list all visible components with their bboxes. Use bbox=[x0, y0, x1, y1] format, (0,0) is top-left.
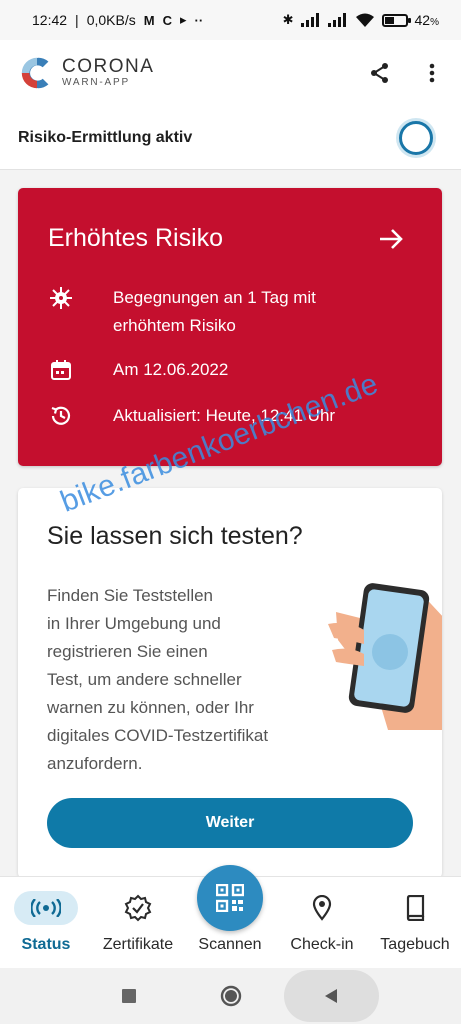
nav-scannen-label: Scannen bbox=[198, 936, 262, 953]
nav-check-in-label: Check-in bbox=[290, 936, 354, 953]
logo-title: CORONA bbox=[62, 56, 155, 77]
arrow-right-icon bbox=[380, 229, 403, 249]
logo-mark-icon bbox=[21, 57, 49, 89]
more-vert-icon bbox=[429, 63, 435, 83]
nav-tagebuch[interactable]: Tagebuch bbox=[369, 877, 461, 969]
encounters-line-2: erhöhtem Risiko bbox=[113, 316, 236, 335]
encounters-line-1: Begegnungen an 1 Tag mit bbox=[113, 288, 316, 307]
book-icon bbox=[383, 891, 447, 925]
risk-date-row: Am 12.06.2022 bbox=[48, 356, 228, 384]
history-clock-icon bbox=[48, 402, 74, 430]
network-speed: 0,0KB/s bbox=[86, 12, 136, 28]
weiter-button[interactable]: Weiter bbox=[47, 798, 413, 848]
overflow-menu-button[interactable] bbox=[417, 58, 447, 88]
signal-icon-2 bbox=[327, 13, 346, 27]
risk-detection-label: Risiko-Ermittlung aktiv bbox=[18, 128, 193, 146]
battery-icon bbox=[381, 13, 411, 27]
play-icon: ▸ bbox=[179, 12, 187, 27]
nav-tagebuch-label: Tagebuch bbox=[380, 936, 450, 953]
calendar-icon bbox=[48, 356, 74, 384]
qr-code-icon bbox=[216, 884, 244, 912]
app-notification-icon: C bbox=[162, 12, 172, 28]
share-button[interactable] bbox=[365, 58, 395, 88]
wifi-icon bbox=[355, 13, 374, 27]
corona-warn-app-logo: CORONA WARN-APP bbox=[18, 54, 154, 92]
square-icon bbox=[122, 989, 136, 1003]
back-button[interactable] bbox=[309, 976, 353, 1016]
body-line: Finden Sie Teststellen bbox=[47, 586, 214, 605]
nav-status-label: Status bbox=[21, 936, 71, 953]
test-card-body: Finden Sie Teststellen in Ihrer Umgebung… bbox=[47, 582, 307, 778]
risk-encounters-row: Begegnungen an 1 Tag mit erhöhtem Risiko bbox=[48, 284, 316, 340]
triangle-back-icon bbox=[325, 989, 337, 1003]
more-notifications-icon: ·· bbox=[194, 12, 204, 28]
system-navigation-bar bbox=[0, 968, 461, 1024]
signal-icon bbox=[300, 13, 319, 27]
gmail-icon: M bbox=[143, 12, 155, 28]
logo-subtitle: WARN-APP bbox=[62, 77, 130, 88]
clock: 12:42 bbox=[32, 12, 68, 28]
body-line: registrieren Sie einen bbox=[47, 642, 208, 661]
risk-date-text: Am 12.06.2022 bbox=[113, 360, 229, 379]
separator: | bbox=[75, 12, 79, 28]
battery-percent: 42% bbox=[414, 12, 439, 28]
share-icon bbox=[371, 63, 388, 83]
body-line: digitales COVID-Testzertifikat bbox=[47, 726, 269, 745]
virus-icon bbox=[48, 284, 74, 312]
nav-zertifikate-label: Zertifikate bbox=[102, 936, 174, 953]
bluetooth-icon: ✱ bbox=[282, 12, 294, 27]
nav-check-in[interactable]: Check-in bbox=[276, 877, 368, 969]
broadcast-icon bbox=[14, 891, 78, 925]
app-header: CORONA WARN-APP bbox=[0, 40, 461, 106]
body-line: warnen zu können, oder Ihr bbox=[47, 698, 254, 717]
bottom-navigation: Status Zertifikate Scannen Check-in Tage… bbox=[0, 865, 461, 969]
risk-card-title: Erhöhtes Risiko bbox=[48, 224, 224, 252]
recents-button[interactable] bbox=[107, 976, 151, 1016]
scan-button[interactable] bbox=[197, 865, 263, 931]
test-card-title: Sie lassen sich testen? bbox=[47, 522, 303, 550]
home-button[interactable] bbox=[209, 976, 253, 1016]
risk-detection-row[interactable]: Risiko-Ermittlung aktiv bbox=[0, 106, 461, 170]
circle-icon bbox=[220, 985, 242, 1007]
phone-in-hand-illustration bbox=[328, 583, 442, 730]
body-line: in Ihrer Umgebung und bbox=[47, 614, 221, 633]
body-line: anzufordern. bbox=[47, 754, 143, 773]
location-pin-icon bbox=[290, 891, 354, 925]
risk-detection-spinner-icon bbox=[399, 120, 433, 155]
certificate-badge-icon bbox=[106, 891, 170, 925]
body-line: Test, um andere schneller bbox=[47, 670, 242, 689]
nav-zertifikate[interactable]: Zertifikate bbox=[92, 877, 184, 969]
test-card: Sie lassen sich testen? Finden Sie Tests… bbox=[18, 488, 442, 878]
system-status-bar: 12:42 | 0,0KB/s M C ▸ ·· ✱ 42% bbox=[0, 0, 461, 40]
nav-status[interactable]: Status bbox=[0, 877, 92, 969]
